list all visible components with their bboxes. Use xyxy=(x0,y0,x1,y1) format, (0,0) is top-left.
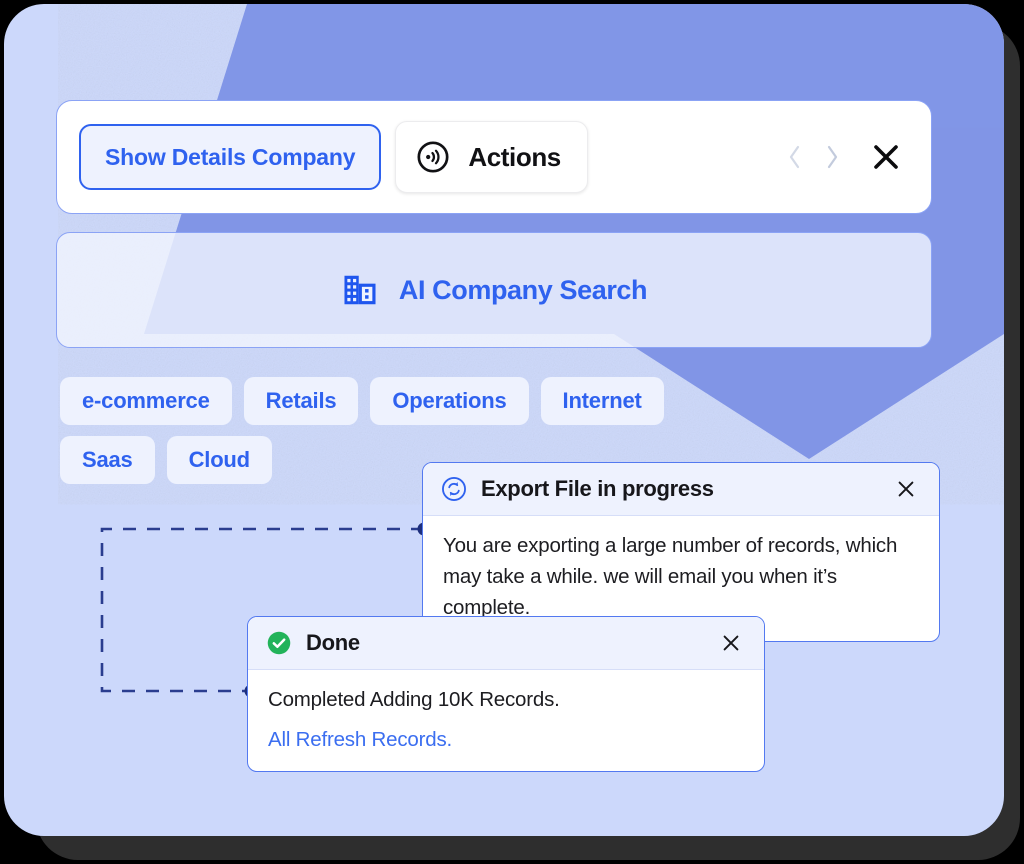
tag-chip[interactable]: Retails xyxy=(243,377,359,425)
check-circle-icon xyxy=(266,630,292,656)
screenshot-stage: Show Details Company Actions AI Company … xyxy=(0,0,1024,864)
tag-chip[interactable]: e-commerce xyxy=(60,377,232,425)
all-refresh-records-link[interactable]: All Refresh Records. xyxy=(268,727,744,753)
tag-chip[interactable]: Internet xyxy=(540,377,664,425)
chevron-left-icon[interactable] xyxy=(777,137,811,177)
chevron-right-icon[interactable] xyxy=(815,137,849,177)
show-details-company-button[interactable]: Show Details Company xyxy=(79,124,382,190)
notification-done: Done Completed Adding 10K Records. All R… xyxy=(247,616,765,772)
pagination-nav xyxy=(777,137,849,177)
tag-chip[interactable]: Operations xyxy=(370,377,529,425)
broadcast-circle-icon xyxy=(416,140,450,174)
notification-header: Done xyxy=(248,617,764,670)
tag-chip[interactable]: Saas xyxy=(60,436,155,484)
notification-message: You are exporting a large number of reco… xyxy=(443,534,898,619)
ai-company-search-panel[interactable]: AI Company Search xyxy=(56,232,932,348)
notification-header: Export File in progress xyxy=(423,463,939,516)
building-icon xyxy=(341,271,379,309)
notification-body: Completed Adding 10K Records. All Refres… xyxy=(248,670,764,771)
notification-title: Done xyxy=(306,630,360,655)
app-card: Show Details Company Actions AI Company … xyxy=(4,4,1004,836)
notification-export: Export File in progress You are exportin… xyxy=(422,462,940,642)
tag-chip[interactable]: Cloud xyxy=(166,436,272,484)
toolbar: Show Details Company Actions xyxy=(56,100,932,214)
notification-title: Export File in progress xyxy=(481,476,714,501)
sync-circle-icon xyxy=(441,476,467,502)
actions-button-label: Actions xyxy=(468,141,561,172)
close-icon[interactable] xyxy=(716,628,746,658)
ai-company-search-label: AI Company Search xyxy=(398,274,648,305)
notification-message: Completed Adding 10K Records. xyxy=(268,688,560,711)
close-icon[interactable] xyxy=(863,134,909,180)
actions-button[interactable]: Actions xyxy=(395,121,588,193)
close-icon[interactable] xyxy=(891,474,921,504)
